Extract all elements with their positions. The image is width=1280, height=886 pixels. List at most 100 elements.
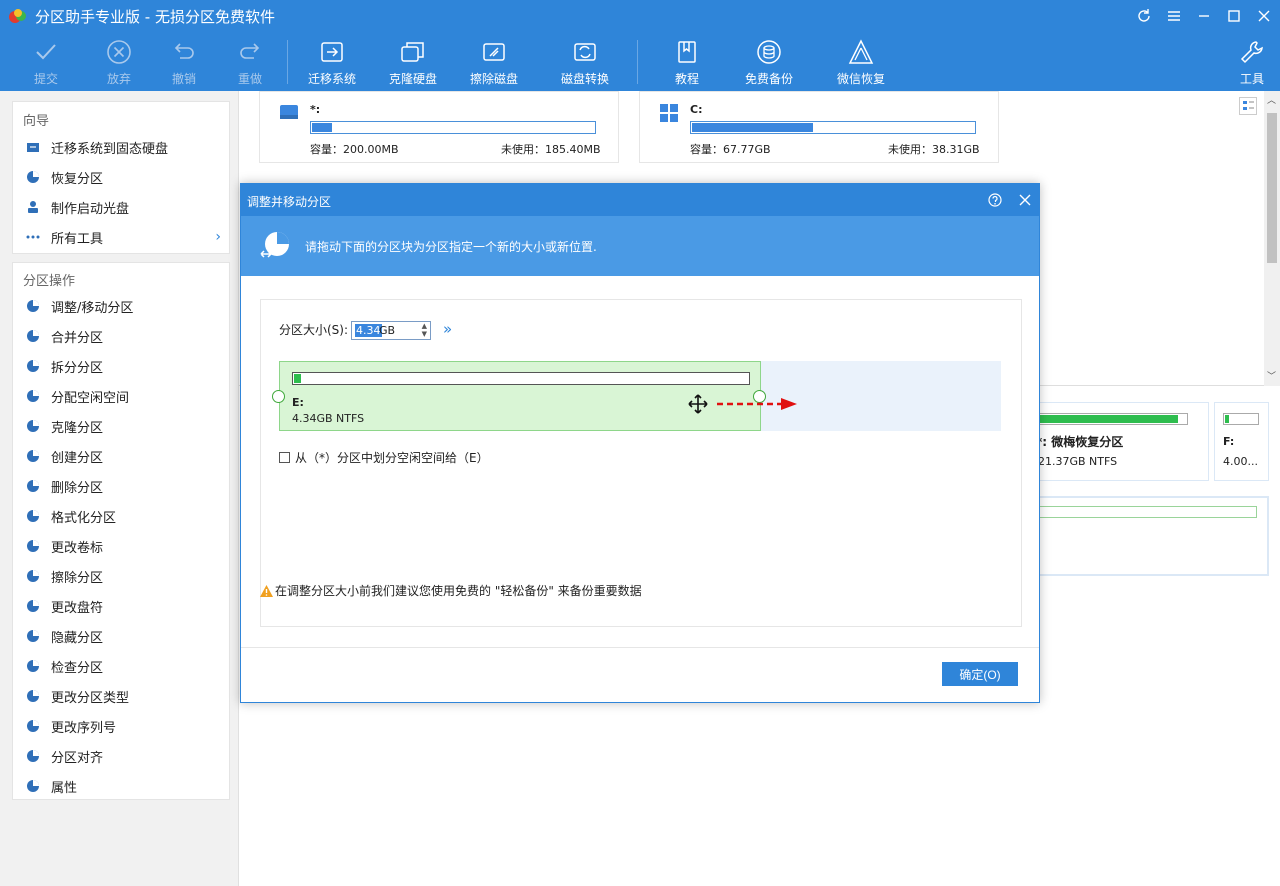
sidebar-item-op[interactable]: 分区对齐 <box>13 741 229 771</box>
sidebar-item-recover-partition[interactable]: 恢复分区 <box>13 162 229 192</box>
undo-button[interactable]: 撤销 <box>168 36 200 88</box>
hide-icon <box>25 628 41 644</box>
partition-usage-bar <box>1036 413 1188 425</box>
partition-block-recovery[interactable]: *: 微梅恢复分区 21.37GB NTFS <box>1029 402 1209 481</box>
sidebar-item-op[interactable]: 创建分区 <box>13 441 229 471</box>
dialog-close-icon[interactable] <box>1018 193 1032 207</box>
discard-button[interactable]: 放弃 <box>103 36 135 88</box>
sidebar-item-op[interactable]: 更改盘符 <box>13 591 229 621</box>
usage-bar <box>310 121 596 134</box>
align-icon <box>25 748 41 764</box>
disk-card-star[interactable]: *: 容量：200.00MB 未使用：185.40MB <box>259 91 619 163</box>
backup-warning: 在调整分区大小前我们建议您使用免费的 "轻松备份" 来备份重要数据 <box>259 582 642 599</box>
scroll-down-icon[interactable]: ﹀ <box>1267 369 1276 382</box>
drive-letter-icon <box>25 598 41 614</box>
usage-bar <box>690 121 976 134</box>
help-icon[interactable] <box>988 193 1002 207</box>
migrate-drive-icon <box>25 139 41 155</box>
sidebar-item-op[interactable]: 克隆分区 <box>13 411 229 441</box>
view-toggle-icon[interactable] <box>1239 97 1257 115</box>
maximize-button[interactable] <box>1220 4 1248 28</box>
close-button[interactable] <box>1250 4 1278 28</box>
move-cursor-icon <box>688 394 708 414</box>
free-backup-button[interactable]: 免费备份 <box>745 36 793 88</box>
sidebar-item-op[interactable]: 拆分分区 <box>13 351 229 381</box>
refresh-icon[interactable] <box>1130 4 1158 28</box>
partition-type-icon <box>25 688 41 704</box>
dialog-title: 调整并移动分区 <box>247 195 332 209</box>
size-value: 4.34 <box>355 324 382 337</box>
sidebar-item-op[interactable]: 擦除分区 <box>13 561 229 591</box>
migrate-drive-icon <box>316 36 348 68</box>
scrollbar[interactable]: ︿ ﹀ <box>1264 91 1280 386</box>
tutorial-button[interactable]: 教程 <box>671 36 703 88</box>
partition-info: 4.34GB NTFS <box>292 412 365 425</box>
unallocated-bar <box>1037 506 1257 518</box>
format-icon <box>25 508 41 524</box>
scroll-thumb[interactable] <box>1267 113 1277 263</box>
wizard-panel-title: 向导 <box>23 114 50 129</box>
spin-arrows-icon[interactable]: ▲ ▼ <box>422 322 427 338</box>
merge-icon <box>25 328 41 344</box>
app-title: 分区助手专业版 - 无损分区免费软件 <box>35 8 275 26</box>
resize-move-icon <box>25 298 41 314</box>
disk-convert-button[interactable]: 磁盘转换 <box>561 36 609 88</box>
minimize-button[interactable] <box>1190 4 1218 28</box>
top-bar: 分区助手专业版 - 无损分区免费软件 提交 放弃 撤销 重做 迁移系统 克隆硬盘… <box>0 0 1280 91</box>
recover-pie-icon <box>25 169 41 185</box>
check-icon <box>25 658 41 674</box>
create-icon <box>25 448 41 464</box>
disk-card-c[interactable]: C: 容量：67.77GB 未使用：38.31GB <box>639 91 999 163</box>
dialog-banner: 请拖动下面的分区块为分区指定一个新的大小或新位置. <box>241 216 1039 276</box>
wechat-recovery-button[interactable]: 微信恢复 <box>837 36 885 88</box>
footer-divider <box>241 647 1039 648</box>
partition-usage-bar <box>1223 413 1259 425</box>
sidebar-item-op[interactable]: 属性 <box>13 771 229 801</box>
sidebar-item-op[interactable]: 删除分区 <box>13 471 229 501</box>
partition-usage-fill <box>1038 415 1178 423</box>
expand-double-chevron-icon[interactable]: » <box>443 320 452 338</box>
sidebar-item-op[interactable]: 检查分区 <box>13 651 229 681</box>
sidebar-item-op[interactable]: 合并分区 <box>13 321 229 351</box>
left-resize-handle[interactable] <box>272 390 285 403</box>
windows-icon <box>660 104 678 122</box>
tools-button[interactable]: 工具 <box>1236 36 1268 88</box>
wipe-disk-button[interactable]: 擦除磁盘 <box>470 36 518 88</box>
partition-usage-bar <box>292 372 750 385</box>
sidebar-item-op[interactable]: 更改序列号 <box>13 711 229 741</box>
sidebar-item-op[interactable]: 格式化分区 <box>13 501 229 531</box>
usage-bar-fill <box>692 123 813 132</box>
sidebar-item-op[interactable]: 分配空闲空间 <box>13 381 229 411</box>
sidebar-item-all-tools[interactable]: 所有工具 › <box>13 222 229 252</box>
partition-block-f[interactable]: F: 4.00... <box>1214 402 1269 481</box>
sidebar-item-op[interactable]: 隐藏分区 <box>13 621 229 651</box>
disk-convert-icon <box>569 36 601 68</box>
recovery-triangle-icon <box>845 36 877 68</box>
scroll-up-icon[interactable]: ︿ <box>1267 93 1276 106</box>
redo-button[interactable]: 重做 <box>234 36 266 88</box>
checkmark-icon <box>30 36 62 68</box>
size-input[interactable]: 4.34 GB ▲ ▼ <box>351 321 431 340</box>
migrate-os-button[interactable]: 迁移系统 <box>308 36 356 88</box>
warning-text: 在调整分区大小前我们建议您使用免费的 "轻松备份" 来备份重要数据 <box>275 584 642 598</box>
commit-button[interactable]: 提交 <box>30 36 62 88</box>
allocate-free-space-checkbox[interactable]: 从（*）分区中划分空闲空间给（E） <box>279 449 489 466</box>
sidebar-item-op[interactable]: 更改卷标 <box>13 531 229 561</box>
warning-icon <box>260 584 273 597</box>
wrench-icon <box>1236 36 1268 68</box>
clone-disk-button[interactable]: 克隆硬盘 <box>389 36 437 88</box>
sidebar-item-boot-disc[interactable]: 制作启动光盘 <box>13 192 229 222</box>
resize-move-dialog: 调整并移动分区 请拖动下面的分区块为分区指定一个新的大小或新位置. 分区大小(S… <box>240 183 1040 703</box>
unallocated-block[interactable] <box>1029 496 1269 576</box>
cancel-circle-icon <box>103 36 135 68</box>
sidebar-item-migrate-ssd[interactable]: 迁移系统到固态硬盘 <box>13 132 229 162</box>
sidebar-item-op[interactable]: 更改分区类型 <box>13 681 229 711</box>
sidebar-item-op[interactable]: 调整/移动分区 <box>13 291 229 321</box>
serial-number-icon <box>25 718 41 734</box>
ok-button[interactable]: 确定(O) <box>942 662 1018 686</box>
delete-icon <box>25 478 41 494</box>
checkbox-box[interactable] <box>279 452 290 463</box>
menu-icon[interactable] <box>1160 4 1188 28</box>
usage-bar-fill <box>312 123 332 132</box>
partition-usage-fill <box>294 374 301 383</box>
